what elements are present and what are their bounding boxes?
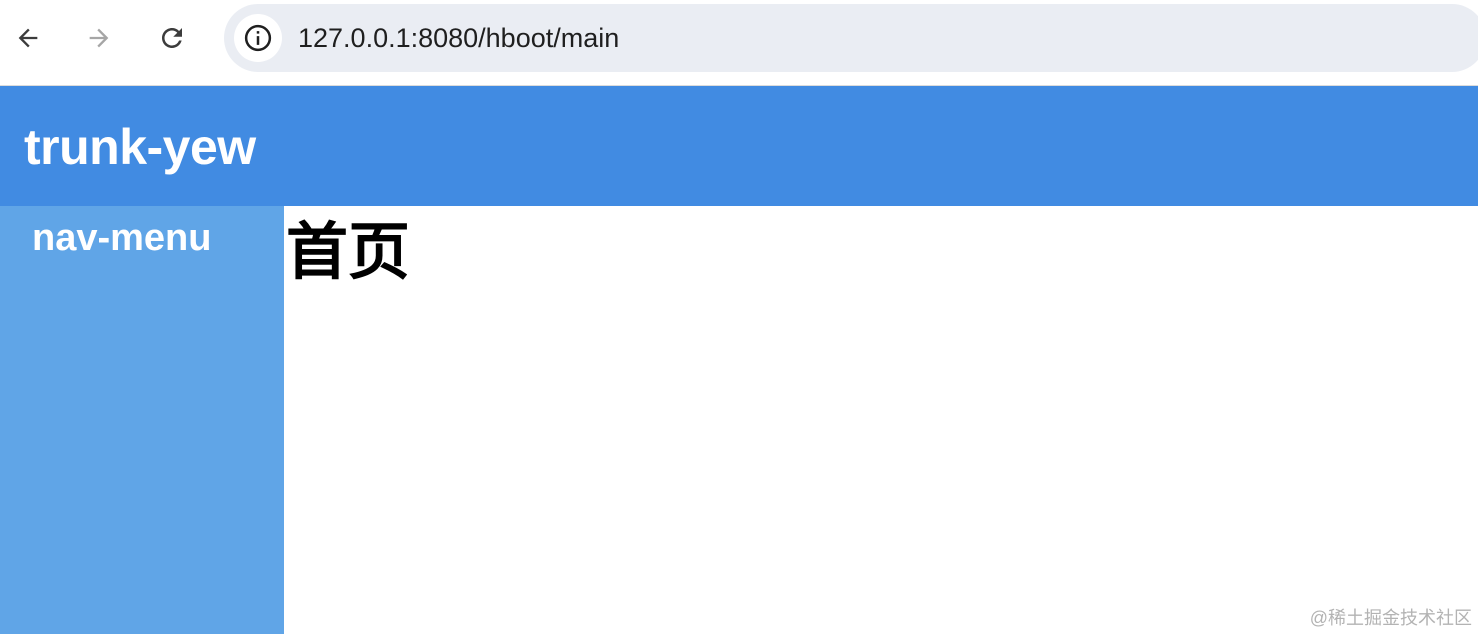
info-icon [244, 24, 272, 52]
browser-toolbar: 127.0.0.1:8080/hboot/main [0, 0, 1478, 86]
forward-button[interactable] [79, 18, 119, 58]
site-info-button[interactable] [234, 14, 282, 62]
back-button[interactable] [8, 18, 48, 58]
reload-icon [162, 28, 182, 48]
url-text[interactable]: 127.0.0.1:8080/hboot/main [298, 22, 619, 54]
watermark: @稀土掘金技术社区 [1309, 608, 1472, 628]
app-title: trunk-yew [24, 119, 256, 175]
reload-button[interactable] [152, 18, 192, 58]
page-title: 首页 [286, 218, 411, 287]
arrow-left-icon [18, 28, 38, 48]
arrow-right-icon [89, 28, 109, 48]
sidebar: nav-menu [0, 206, 284, 634]
app-header: trunk-yew [0, 86, 1478, 206]
main-content: 首页 [284, 206, 1478, 634]
address-bar[interactable]: 127.0.0.1:8080/hboot/main [224, 4, 1478, 72]
nav-menu-title: nav-menu [32, 217, 212, 259]
